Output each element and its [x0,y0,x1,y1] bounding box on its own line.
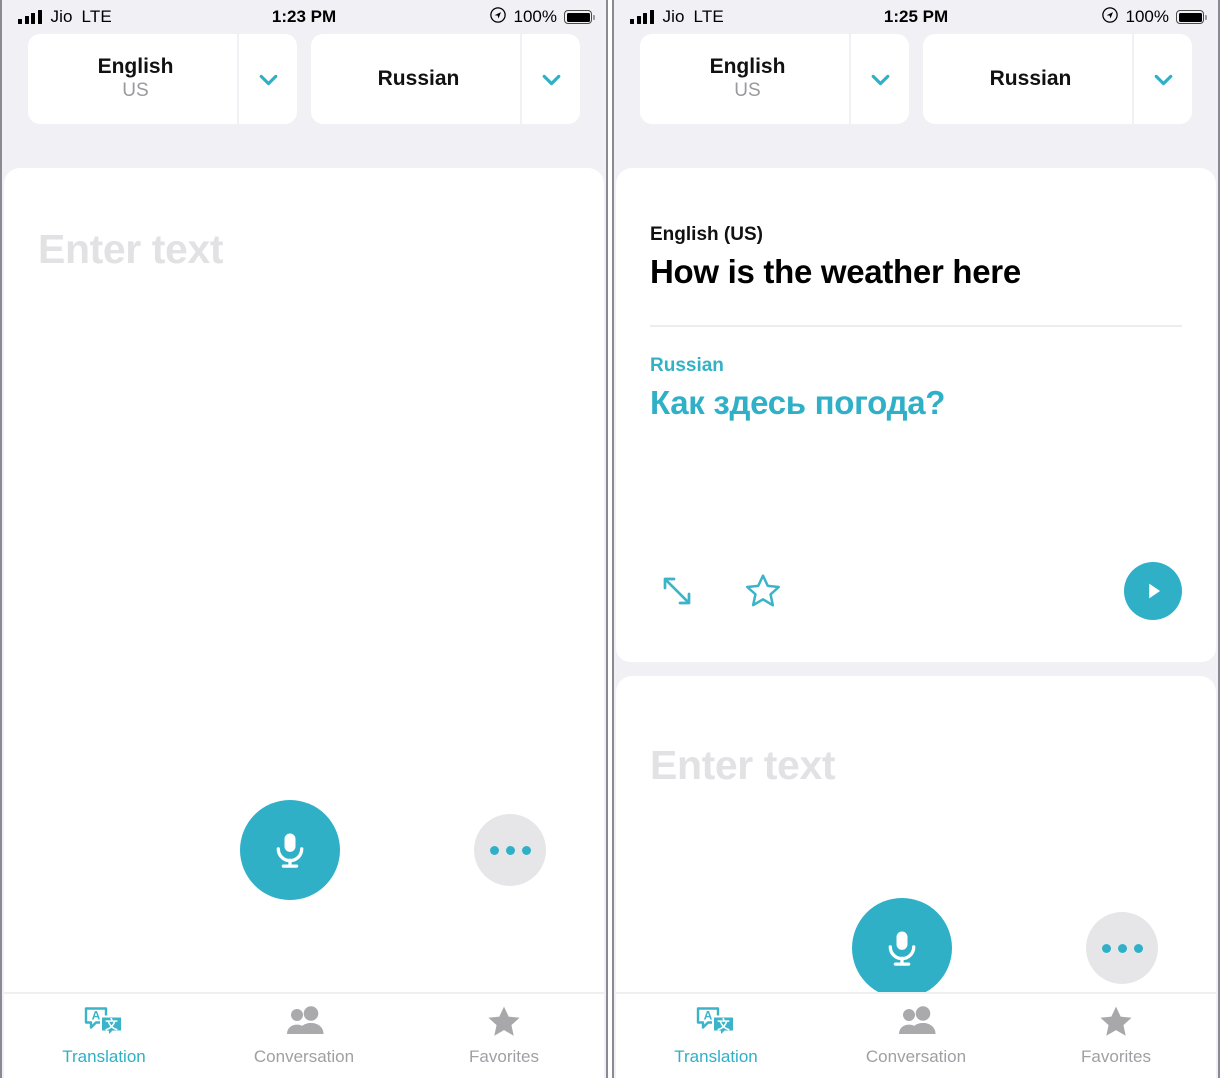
input-controls-row [616,898,1216,998]
source-language-labels: English US [28,34,237,124]
svg-text:文: 文 [105,1017,118,1032]
source-language-name: English [709,55,786,79]
dual-screenshot-container: Jio LTE 1:23 PM 100% English US Russian … [0,0,1228,1078]
tab-favorites[interactable]: Favorites [1016,1002,1216,1067]
tab-translation[interactable]: A 文 Translation [616,1002,816,1067]
translate-bubbles-icon: A 文 [83,1002,125,1042]
star-filled-icon [484,1002,524,1042]
result-divider [650,324,1182,327]
play-audio-button[interactable] [1124,562,1182,620]
more-dots-icon [1101,943,1111,953]
chevron-down-icon [259,74,277,85]
result-actions-row [650,562,1182,620]
target-language-name: Russian [377,67,460,91]
microphone-icon [276,833,304,868]
status-bar: Jio LTE 1:23 PM 100% [2,0,606,34]
tab-conversation-label: Conversation [253,1047,355,1066]
target-language-name: Russian [989,67,1072,91]
status-bar: Jio LTE 1:25 PM 100% [614,0,1218,34]
target-language-labels: Russian [311,34,520,124]
source-language-dropdown-button[interactable] [237,34,297,124]
tab-conversation[interactable]: Conversation [816,1002,1016,1067]
translate-bubbles-icon: A 文 [695,1002,737,1042]
battery-full-icon [1176,10,1207,24]
source-language-name: English [97,55,174,79]
play-icon [1149,583,1161,599]
chevron-down-icon [1154,74,1172,85]
target-language-dropdown-button[interactable] [520,34,580,124]
result-target-language-label: Russian [650,354,724,376]
target-language-dropdown-button[interactable] [1132,34,1192,124]
svg-text:A: A [92,1009,101,1023]
phone-screen-right: Jio LTE 1:25 PM 100% English US Russian … [612,0,1220,1078]
tab-favorites-label: Favorites [1081,1047,1151,1066]
source-language-selector[interactable]: English US [640,34,909,124]
tab-favorites-label: Favorites [469,1047,539,1066]
text-input-placeholder: Enter text [38,226,224,272]
tab-favorites[interactable]: Favorites [404,1002,604,1067]
tab-conversation[interactable]: Conversation [204,1002,404,1067]
battery-full-icon [564,10,595,24]
status-bar-right: 100% [489,0,595,34]
source-language-selector[interactable]: English US [28,34,297,124]
chevron-down-icon [542,74,560,85]
svg-text:A: A [704,1009,713,1023]
favorite-button[interactable] [736,564,790,618]
two-people-icon [282,1002,326,1042]
target-language-selector[interactable]: Russian [311,34,580,124]
text-input-area[interactable]: Enter text [4,168,604,992]
text-input-placeholder: Enter text [650,742,836,788]
tab-translation[interactable]: A 文 Translation [4,1002,204,1067]
more-options-button[interactable] [474,814,546,886]
microphone-icon [888,931,916,966]
expand-arrows-icon [663,577,691,605]
microphone-button[interactable] [240,800,340,900]
translation-result-card[interactable]: English (US) How is the weather here Rus… [616,168,1216,662]
source-language-dropdown-button[interactable] [849,34,909,124]
microphone-button[interactable] [852,898,952,998]
language-selector-bar: English US Russian [2,34,606,168]
star-filled-icon [1096,1002,1136,1042]
location-arrow-icon [1101,6,1119,29]
language-selector-bar: English US Russian [614,34,1218,168]
result-target-text: Как здесь погода? [650,383,946,421]
target-language-labels: Russian [923,34,1132,124]
chevron-down-icon [871,74,889,85]
bottom-tab-bar: A 文 Translation Conversation Favorites [616,992,1216,1078]
location-arrow-icon [489,6,507,29]
tab-translation-label: Translation [674,1047,758,1066]
battery-percent-label: 100% [1125,7,1169,26]
tab-conversation-label: Conversation [865,1047,967,1066]
battery-percent-label: 100% [513,7,557,26]
result-source-text: How is the weather here [650,253,1021,290]
input-controls-row [4,800,604,900]
source-language-region: US [734,79,761,101]
phone-screen-left: Jio LTE 1:23 PM 100% English US Russian … [0,0,608,1078]
more-dots-icon [489,845,499,855]
target-language-selector[interactable]: Russian [923,34,1192,124]
panel-gap [614,662,1218,676]
status-bar-right: 100% [1101,0,1207,34]
two-people-icon [894,1002,938,1042]
expand-button[interactable] [650,564,704,618]
source-language-region: US [122,79,149,101]
result-source-language-label: English (US) [650,224,763,245]
bottom-tab-bar: A 文 Translation Conversation Favorites [4,992,604,1078]
more-options-button[interactable] [1086,912,1158,984]
svg-text:文: 文 [717,1017,730,1032]
star-outline-icon [746,574,780,607]
source-language-labels: English US [640,34,849,124]
tab-translation-label: Translation [62,1047,146,1066]
